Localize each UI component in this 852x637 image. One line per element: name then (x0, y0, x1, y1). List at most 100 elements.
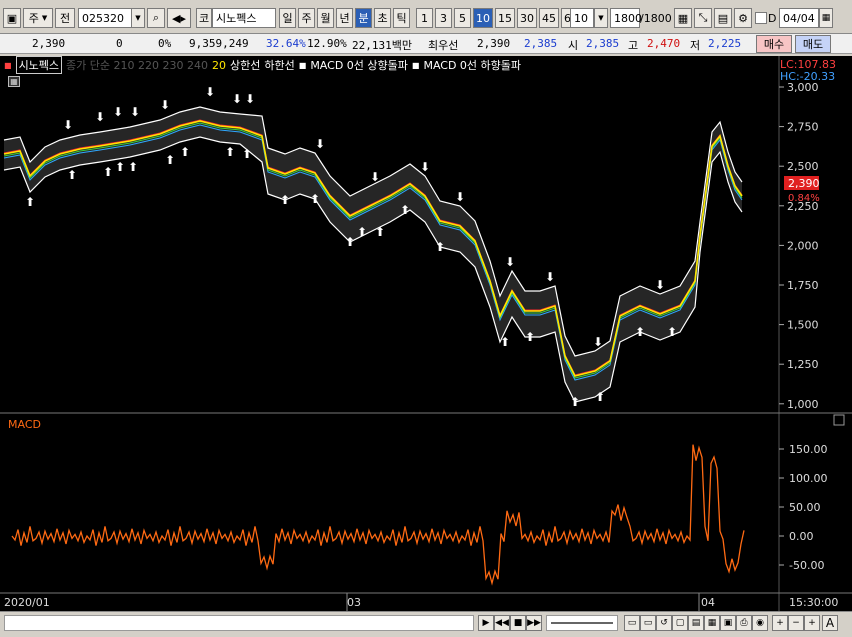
chevron-down-icon[interactable]: ▼ (594, 8, 608, 28)
down-arrow-icon: ⬇ (655, 278, 665, 292)
legend-row: ■ 시노펙스 종가 단순 210 220 230 240 20 상한선 하한선 … (4, 56, 521, 74)
window-icon[interactable]: ▭ (640, 615, 656, 631)
up-arrow-icon: ⬆ (345, 235, 355, 249)
chevron-down-icon: ▼ (41, 14, 48, 22)
up-arrow-icon: ⬆ (280, 193, 290, 207)
macd-axis-ticks: 150.00 100.00 50.00 0.00 -50.00 (779, 443, 828, 572)
tab-period-초[interactable]: 초 (374, 8, 391, 28)
tab-interval-1[interactable]: 1 (416, 8, 433, 28)
tab-interval-5[interactable]: 5 (454, 8, 471, 28)
up-arrow-icon: ⬆ (570, 395, 580, 409)
tile-icon[interactable]: ▤ (688, 615, 704, 631)
high-price: 2,470 (647, 37, 681, 50)
tab-period-주[interactable]: 주 (298, 8, 315, 28)
tab-interval-30[interactable]: 30 (517, 8, 537, 28)
price-tick-label: 2,000 (787, 239, 819, 252)
tab-period-년[interactable]: 년 (336, 8, 353, 28)
down-arrow-icon: ⬇ (113, 105, 123, 119)
stop-icon[interactable]: ■ (510, 615, 526, 631)
rewind-icon[interactable]: ◀◀ (494, 615, 510, 631)
chart-tool-icon[interactable]: ⤡ (694, 8, 712, 28)
buy-button[interactable]: 매수 (756, 35, 792, 53)
zoom-in-icon[interactable]: + (772, 615, 788, 631)
legend-stock-name[interactable]: 시노펙스 (15, 56, 63, 74)
date-input[interactable]: 04/04 (779, 8, 819, 28)
count-input[interactable]: 1800 (610, 8, 642, 28)
quote-change: 0 (116, 37, 123, 50)
quote-volume: 9,359,249 (189, 37, 249, 50)
grid-icon[interactable]: ▦ (674, 8, 692, 28)
panel-collapse-icon[interactable] (833, 414, 845, 426)
low-label: 저 (690, 39, 701, 52)
play-icon[interactable]: ▶ (478, 615, 494, 631)
tab-period-일[interactable]: 일 (279, 8, 296, 28)
tab-interval-10[interactable]: 10 (473, 8, 493, 28)
macd-tick-label: 150.00 (789, 443, 828, 456)
price-tick-label: 1,250 (787, 358, 819, 371)
tab-period-틱[interactable]: 틱 (393, 8, 410, 28)
band-area (4, 107, 742, 402)
up-arrow-icon: ⬆ (103, 165, 113, 179)
interval-input[interactable]: 10 (570, 8, 594, 28)
copy-icon[interactable]: ▣ (720, 615, 736, 631)
up-arrow-icon: ⬆ (242, 147, 252, 161)
up-arrow-icon: ⬆ (400, 203, 410, 217)
prev-button[interactable]: 전 (55, 8, 75, 28)
price-tick-label: 1,500 (787, 319, 819, 332)
up-arrow-icon: ⬆ (375, 225, 385, 239)
up-arrow-icon: ⬆ (667, 325, 677, 339)
chart-area[interactable]: ⬇ ⬇ ⬇ ⬇ ⬇ ⬇ ⬇ ⬇ ⬇ ⬇ ⬇ ⬇ ⬇ ⬇ ⬇ ⬇ ⬆ ⬆ ⬆ ⬆ ⬆ ⬆ ⬆ ⬆ ⬆ ⬆ ⬆ ⬆ ⬆ ⬆ ⬆ ⬆ ⬆ ⬆ ⬆ ⬆ ⬆ ⬆ 3… (0, 56, 852, 611)
legend-bullet-icon: ■ (411, 60, 420, 70)
chart-table-icon[interactable]: ▦ (8, 76, 20, 87)
stock-name-field[interactable]: 시노펙스 (212, 8, 276, 28)
down-arrow-icon: ⬇ (245, 92, 255, 106)
tab-period-분[interactable]: 분 (355, 8, 372, 28)
calendar-icon[interactable]: ▦ (819, 8, 833, 28)
zoom-slider[interactable] (546, 615, 618, 631)
stock-code-input[interactable]: 025320 (78, 8, 138, 28)
up-arrow-icon: ⬆ (165, 153, 175, 167)
grid-icon[interactable]: ▦ (704, 615, 720, 631)
hc-label: HC:-20.33 (780, 70, 835, 83)
chart-scrollbar[interactable] (4, 615, 474, 631)
tab-interval-45[interactable]: 45 (539, 8, 559, 28)
period-tabs: 일주월년분초틱 (279, 8, 412, 28)
d-checkbox[interactable] (755, 12, 767, 24)
zoom-slider-track (551, 622, 613, 624)
restore-icon[interactable]: ▭ (624, 615, 640, 631)
price-tick-label: 2,750 (787, 121, 819, 134)
up-arrow-icon: ⬆ (67, 168, 77, 182)
reset-icon[interactable]: ↺ (656, 615, 672, 631)
chevron-down-icon[interactable]: ▼ (131, 8, 145, 28)
macd-line (11, 444, 745, 586)
window-menu-icon[interactable]: ▣ (3, 8, 21, 28)
up-arrow-icon: ⬆ (357, 225, 367, 239)
zoom-out-icon[interactable]: − (788, 615, 804, 631)
legend-macd-up: MACD 0선 상향돌파 (310, 59, 408, 72)
quote-turnover-rate: 32.64% (266, 37, 306, 50)
minimize-icon[interactable]: ▢ (672, 615, 688, 631)
down-arrow-icon: ⬇ (420, 160, 430, 174)
tab-period-월[interactable]: 월 (317, 8, 334, 28)
up-arrow-icon: ⬆ (525, 330, 535, 344)
macd-tick-label: 0.00 (789, 530, 814, 543)
price-chart-svg: ⬇⬇ ⬇ ⬇ ⬇⬇ ⬇ ⬇⬇⬇⬇⬇⬇⬇⬇⬇⬆⬆ ⬆ ⬆ ⬆ ⬆⬆ ⬆ ⬆⬆ ⬆⬆⬆ ⬆⬆⬆⬆ ⬆⬆ ⬆⬆ ⬆ 3… (0, 56, 852, 611)
search-icon[interactable]: ⌕ (147, 8, 165, 28)
gear-icon[interactable]: ⚙ (734, 8, 752, 28)
fast-forward-icon[interactable]: ▶▶ (526, 615, 542, 631)
market-type-select[interactable]: 주 ▼ (23, 8, 53, 28)
text-size-icon[interactable]: A (822, 615, 838, 631)
tab-interval-15[interactable]: 15 (495, 8, 515, 28)
down-arrow-icon: ⬇ (455, 190, 465, 204)
save-icon[interactable]: ▤ (714, 8, 732, 28)
camera-icon[interactable]: ◉ (752, 615, 768, 631)
sell-button[interactable]: 매도 (795, 35, 831, 53)
print-icon[interactable]: ⎙ (736, 615, 752, 631)
tab-interval-3[interactable]: 3 (435, 8, 452, 28)
legend-lower-limit: 하한선 (264, 59, 295, 72)
sound-icon[interactable]: ◀▸ (167, 8, 191, 28)
fit-icon[interactable]: + (804, 615, 820, 631)
down-arrow-icon: ⬇ (63, 118, 73, 132)
legend-ma-last: 20 (212, 58, 226, 72)
open-label: 시 (568, 39, 579, 52)
